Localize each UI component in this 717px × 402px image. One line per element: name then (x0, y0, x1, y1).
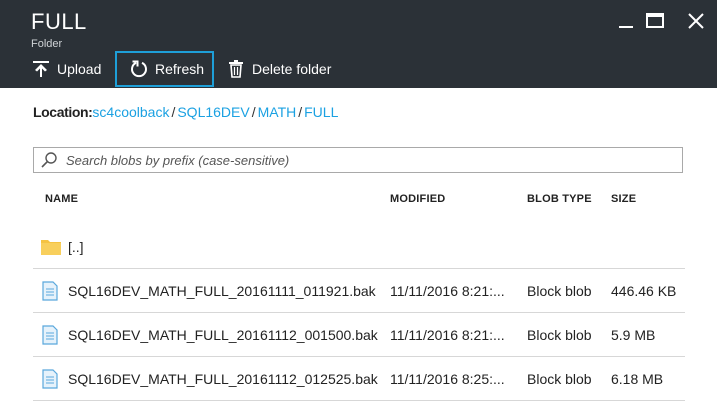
table-row[interactable]: SQL16DEV_MATH_FULL_20161112_001500.bak 1… (33, 313, 685, 357)
upload-icon (33, 61, 49, 77)
blob-size: 5.9 MB (611, 327, 656, 343)
minimize-icon[interactable] (614, 10, 638, 32)
blob-modified: 11/11/2016 8:25:... (390, 371, 505, 387)
breadcrumb-separator: / (251, 104, 256, 120)
breadcrumb-item-sql16dev[interactable]: SQL16DEV (177, 104, 249, 120)
blob-modified: 11/11/2016 8:21:... (390, 283, 505, 299)
search-box[interactable] (33, 147, 683, 173)
search-icon (41, 152, 57, 168)
column-header-blob-type[interactable]: BLOB TYPE (527, 193, 592, 205)
table-row[interactable]: SQL16DEV_MATH_FULL_20161112_012525.bak 1… (33, 357, 685, 401)
file-icon (42, 325, 58, 345)
delete-folder-button[interactable]: Delete folder (228, 51, 340, 87)
upload-button[interactable]: Upload (31, 51, 109, 87)
refresh-label: Refresh (155, 61, 205, 77)
maximize-icon[interactable] (643, 10, 667, 32)
column-header-modified[interactable]: MODIFIED (390, 193, 445, 205)
column-header-name[interactable]: NAME (45, 193, 78, 205)
blob-modified: 11/11/2016 8:21:... (390, 327, 505, 343)
blade-header: FULL Folder Upload Refresh Delete folder (0, 0, 717, 88)
delete-folder-label: Delete folder (252, 61, 332, 77)
blob-name: SQL16DEV_MATH_FULL_20161112_001500.bak (68, 327, 378, 343)
location-label: Location: (33, 104, 93, 120)
breadcrumb-separator: / (298, 104, 303, 120)
refresh-icon (131, 60, 147, 78)
blob-type: Block blob (527, 327, 592, 343)
close-icon[interactable] (684, 10, 708, 32)
upload-label: Upload (57, 61, 102, 77)
breadcrumb-item-math[interactable]: MATH (258, 104, 297, 120)
blob-size: 6.18 MB (611, 371, 664, 387)
breadcrumb-item-full[interactable]: FULL (304, 104, 338, 120)
blade-subtitle: Folder (31, 38, 63, 50)
blob-size: 446.46 KB (611, 283, 677, 299)
blob-type: Block blob (527, 283, 592, 299)
parent-folder-name: [..] (68, 239, 84, 255)
trash-icon (229, 60, 243, 78)
blob-name: SQL16DEV_MATH_FULL_20161111_011921.bak (68, 283, 376, 299)
parent-folder-row[interactable]: [..] (33, 225, 685, 269)
breadcrumb-item-sc4coolback[interactable]: sc4coolback (92, 104, 169, 120)
table-row[interactable]: SQL16DEV_MATH_FULL_20161111_011921.bak 1… (33, 269, 685, 313)
blob-name: SQL16DEV_MATH_FULL_20161112_012525.bak (68, 371, 378, 387)
file-icon (42, 369, 58, 389)
column-header-size[interactable]: SIZE (611, 193, 636, 205)
breadcrumb: Location:sc4coolback / SQL16DEV / MATH / FULL (33, 104, 338, 120)
blob-type: Block blob (527, 371, 592, 387)
search-input[interactable] (66, 152, 666, 168)
refresh-button[interactable]: Refresh (115, 51, 214, 87)
blade-title: FULL (31, 9, 87, 34)
folder-icon (41, 240, 61, 255)
breadcrumb-separator: / (171, 104, 176, 120)
file-icon (42, 281, 58, 301)
